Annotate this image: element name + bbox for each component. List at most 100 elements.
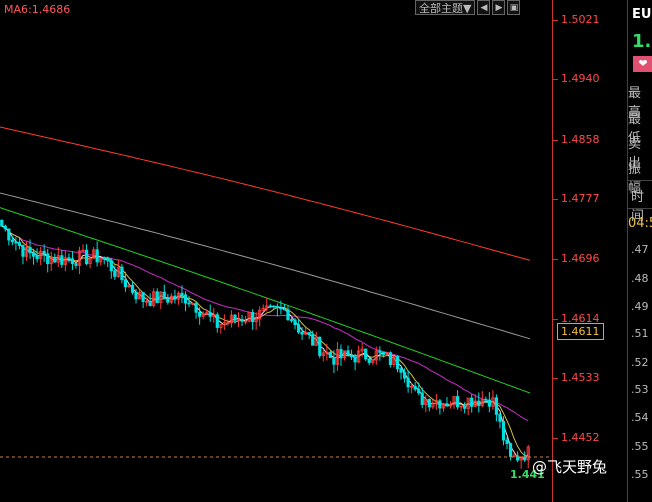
tick-label: 1.4533: [553, 371, 600, 384]
candle-body: [14, 241, 18, 244]
candle-body: [339, 349, 343, 359]
candle-body: [60, 255, 64, 265]
candle-body: [438, 400, 442, 409]
quote-row: .55: [631, 440, 649, 453]
candle-body: [349, 354, 354, 358]
candle-body: [233, 314, 237, 321]
candle-body: [417, 388, 421, 394]
candle-body: [70, 258, 75, 264]
candle-body: [102, 257, 106, 260]
candle-body: [487, 399, 491, 407]
candle-body: [268, 305, 272, 308]
candle-body: [7, 228, 11, 241]
candle-body: [381, 351, 385, 355]
candle-body: [413, 385, 417, 390]
candle-body: [173, 295, 177, 300]
side-price: 1.: [632, 31, 652, 52]
candle-body: [95, 249, 99, 263]
candle-body: [470, 397, 474, 407]
candle-body: [293, 319, 297, 326]
divider: [628, 180, 652, 181]
candle-body: [240, 319, 244, 322]
candle-body: [455, 396, 460, 408]
layout-icon[interactable]: ▣: [507, 0, 521, 15]
tick-label: 1.4777: [553, 192, 600, 205]
candlestick-chart[interactable]: [0, 0, 552, 502]
candle-body: [378, 350, 382, 353]
candle-body: [318, 336, 322, 356]
candle-body: [84, 249, 89, 265]
candle-body: [427, 398, 431, 408]
candle-body: [215, 314, 219, 328]
candle-body: [367, 358, 371, 363]
candle-body: [31, 252, 36, 257]
candle-body: [364, 348, 368, 360]
candle-body: [272, 305, 276, 308]
candle-body: [141, 292, 145, 302]
candle-body: [3, 225, 7, 230]
candle-body: [148, 301, 152, 306]
next-icon[interactable]: ▶: [492, 0, 506, 15]
quote-row: .49: [631, 300, 649, 313]
candle-body: [106, 258, 110, 261]
candle-body: [463, 405, 467, 409]
candle-body: [10, 239, 14, 243]
ma6-label: MA6:1.4686: [4, 3, 71, 16]
candle-body: [445, 403, 449, 407]
candle-body: [208, 312, 212, 317]
candle-body: [194, 302, 198, 313]
candle-body: [198, 311, 202, 317]
tick-label: 1.4696: [553, 252, 600, 265]
chart-toolbar: 全部主题▼ ◀ ▶ ▣: [415, 0, 521, 17]
candle-body: [353, 356, 357, 363]
symbol-label: EU: [632, 7, 652, 22]
candle-body: [307, 332, 311, 336]
prev-icon[interactable]: ◀: [477, 0, 491, 15]
tick-label: 1.4858: [553, 133, 600, 146]
candle-body: [166, 298, 170, 303]
tick-label: 1.5021: [553, 13, 600, 26]
quote-row: .53: [631, 383, 649, 396]
candle-body: [74, 263, 78, 266]
ma-line-0: [0, 126, 531, 261]
quote-row: .51: [631, 327, 649, 340]
candle-body: [0, 219, 4, 227]
candle-body: [406, 377, 410, 388]
candle-body: [251, 312, 255, 323]
candle-body: [296, 324, 301, 333]
candle-body: [399, 368, 403, 373]
candle-body: [46, 253, 50, 265]
current-price-badge: 1.4611: [557, 323, 604, 340]
candle-body: [134, 292, 138, 300]
candle-body: [187, 302, 191, 305]
tick-label: 1.4452: [553, 431, 600, 444]
candle-body: [420, 392, 424, 405]
candle-body: [109, 260, 113, 272]
candle-body: [286, 309, 290, 321]
candle-body: [123, 279, 128, 288]
candle-body: [28, 246, 32, 254]
favorite-heart-icon[interactable]: ❤: [633, 56, 652, 72]
candle-body: [279, 307, 283, 310]
quote-row: .52: [631, 356, 649, 369]
candle-body: [120, 266, 124, 281]
candle-body: [311, 334, 315, 346]
candle-body: [328, 351, 332, 359]
watermark-text: @飞天野兔: [532, 458, 608, 476]
candle-body: [17, 242, 22, 246]
candle-body: [388, 352, 393, 365]
divider: [628, 208, 652, 209]
candle-body: [494, 397, 499, 415]
candle-body: [282, 308, 287, 311]
candle-body: [21, 245, 25, 257]
candle-body: [42, 250, 46, 255]
candle-body: [275, 306, 279, 309]
candle-body: [155, 291, 159, 304]
candle-body: [505, 439, 509, 444]
candle-body: [477, 400, 481, 406]
candle-body: [484, 398, 488, 401]
quote-row: .54: [631, 411, 649, 424]
candle-body: [300, 331, 304, 335]
theme-select-button[interactable]: 全部主题▼: [415, 0, 476, 15]
candle-body: [35, 255, 39, 260]
